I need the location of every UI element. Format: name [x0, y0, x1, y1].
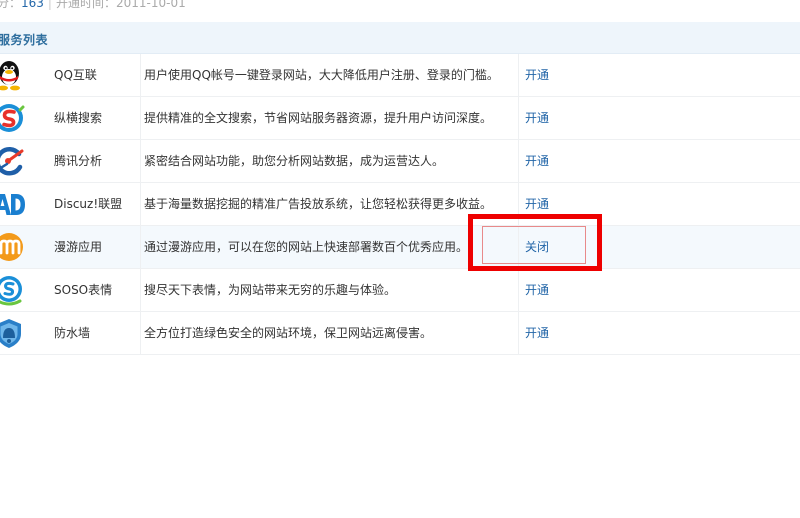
service-row-analytics: 腾讯分析 紧密结合网站功能，助您分析网站数据，成为运营达人。 开通	[0, 140, 800, 183]
enable-link-firewall[interactable]: 开通	[525, 326, 549, 340]
service-name: Discuz!联盟	[54, 183, 141, 225]
service-description: 通过漫游应用，可以在您的网站上快速部署数百个优秀应用。	[144, 240, 469, 254]
service-description: 用户使用QQ帐号一键登录网站，大大降低用户注册、登录的门槛。	[144, 68, 499, 82]
enable-link-emoticon[interactable]: 开通	[525, 283, 549, 297]
service-name: 腾讯分析	[54, 140, 141, 182]
manyou-app-icon	[0, 231, 26, 263]
service-row-union: Discuz!联盟 基于海量数据挖掘的精准广告投放系统，让您轻松获得更多收益。 …	[0, 183, 800, 226]
service-list: QQ互联 用户使用QQ帐号一键登录网站，大大降低用户注册、登录的门槛。 开通 纵…	[0, 54, 800, 355]
service-list-header: 服务列表	[0, 22, 800, 54]
enable-link-search[interactable]: 开通	[525, 111, 549, 125]
service-row-firewall: 防水墙 全方位打造绿色安全的网站环境，保卫网站远离侵害。 开通	[0, 312, 800, 355]
section-title: 服务列表	[0, 33, 49, 47]
tencent-analytics-icon	[0, 145, 26, 177]
account-info-bar: 分：163 | 开通时间：2011-10-01	[0, 0, 186, 13]
close-button-frame	[482, 226, 586, 264]
firewall-shield-icon	[0, 317, 26, 349]
soso-emoticon-icon	[0, 274, 26, 306]
open-time-label: 开通时间：	[55, 0, 116, 10]
service-name: SOSO表情	[54, 269, 141, 311]
enable-link-union[interactable]: 开通	[525, 197, 549, 211]
ad-union-icon	[0, 188, 26, 220]
enable-link-qq-connect[interactable]: 开通	[525, 68, 549, 82]
service-row-search: 纵横搜索 提供精准的全文搜索，节省网站服务器资源，提升用户访问深度。 开通	[0, 97, 800, 140]
open-time-value: 2011-10-01	[115, 0, 186, 10]
service-description: 全方位打造绿色安全的网站环境，保卫网站远离侵害。	[144, 326, 433, 340]
service-description: 紧密结合网站功能，助您分析网站数据，成为运营达人。	[144, 154, 445, 168]
service-name: QQ互联	[54, 54, 141, 96]
points-value: 163	[21, 0, 44, 10]
points-label: 分：	[0, 0, 22, 10]
service-name: 纵横搜索	[54, 97, 141, 139]
service-name: 防水墙	[54, 312, 141, 354]
qq-penguin-icon	[0, 59, 26, 91]
service-description: 基于海量数据挖掘的精准广告投放系统，让您轻松获得更多收益。	[144, 197, 493, 211]
soso-search-icon	[0, 102, 26, 134]
service-name: 漫游应用	[54, 226, 141, 268]
service-row-manyou: 漫游应用 通过漫游应用，可以在您的网站上快速部署数百个优秀应用。 关闭	[0, 226, 800, 269]
service-row-emoticon: SOSO表情 搜尽天下表情，为网站带来无穷的乐趣与体验。 开通	[0, 269, 800, 312]
info-separator: |	[47, 0, 52, 10]
service-description: 提供精准的全文搜索，节省网站服务器资源，提升用户访问深度。	[144, 111, 493, 125]
enable-link-analytics[interactable]: 开通	[525, 154, 549, 168]
service-description: 搜尽天下表情，为网站带来无穷的乐趣与体验。	[144, 283, 397, 297]
service-row-qq-connect: QQ互联 用户使用QQ帐号一键登录网站，大大降低用户注册、登录的门槛。 开通	[0, 54, 800, 97]
